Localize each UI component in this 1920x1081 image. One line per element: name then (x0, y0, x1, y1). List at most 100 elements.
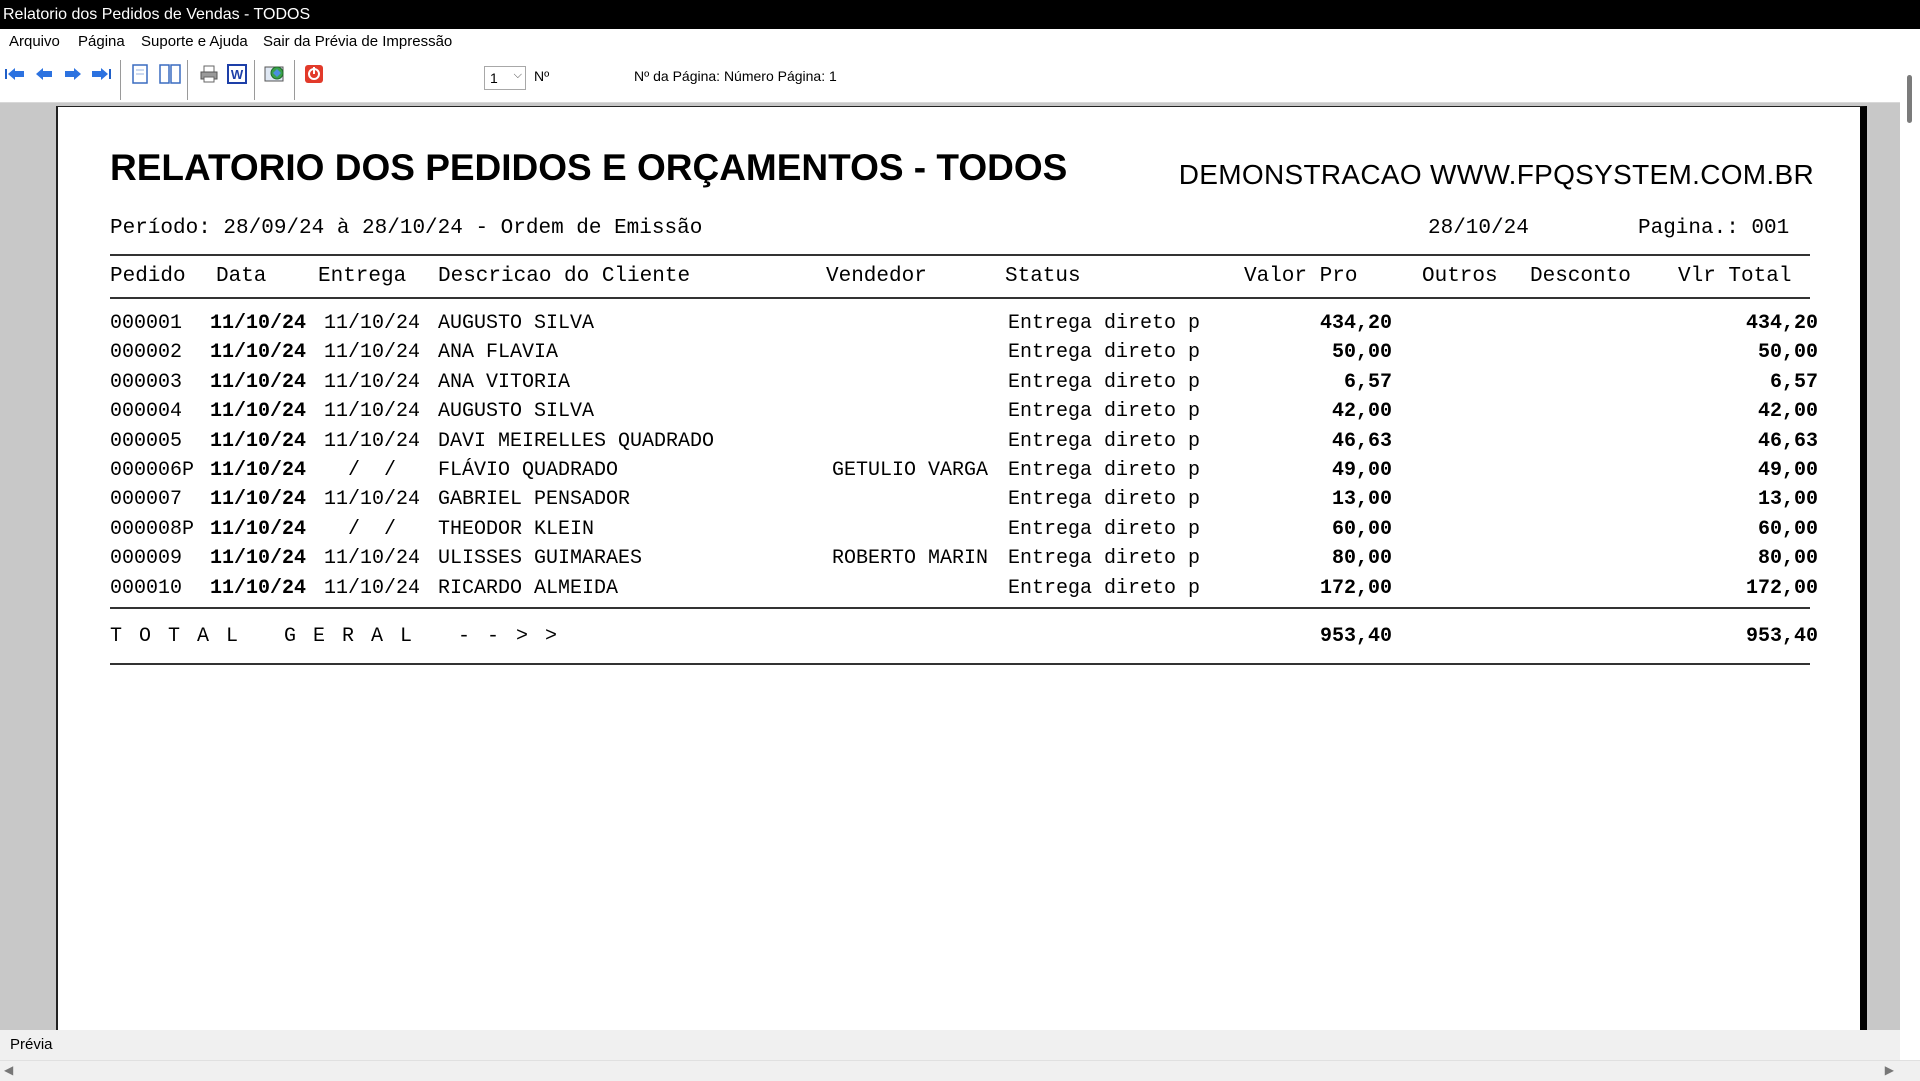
menu-pagina[interactable]: Página (78, 29, 125, 54)
row-pedido: 000010 (110, 576, 183, 600)
page-number-label: Nº (534, 68, 550, 84)
row-pedido: 000001 (110, 312, 183, 335)
menu-bar: Arquivo Página Suporte e Ajuda Sair da P… (0, 29, 1920, 54)
menu-sair-previa[interactable]: Sair da Prévia de Impressão (263, 29, 452, 54)
report-title: RELATORIO DOS PEDIDOS E ORÇAMENTOS - TOD… (110, 147, 1068, 188)
row-data: 11/10/24 (210, 517, 307, 541)
header-total: Vlr Total (1678, 265, 1792, 288)
row-cliente: DAVI MEIRELLES QUADRADO (438, 429, 715, 453)
row-data: 11/10/24 (210, 312, 307, 335)
print-icon[interactable] (197, 62, 221, 86)
row-status: Entrega direto p (1008, 547, 1201, 571)
row-data: 11/10/24 (210, 370, 307, 394)
row-cliente: GABRIEL PENSADOR (438, 488, 631, 512)
scroll-left-icon[interactable]: ◀ (4, 1063, 13, 1077)
chevron-down-icon: ⌵ (513, 69, 522, 81)
row-cliente: ANA FLAVIA (438, 341, 559, 365)
horizontal-scrollbar[interactable]: ◀ ▶ (0, 1060, 1920, 1081)
toolbar: W 1 ⌵ Nº Nº da Página: Número Página: 1 (0, 54, 1900, 103)
row-pedido: 000008P (110, 517, 195, 541)
row-status: Entrega direto p (1008, 312, 1201, 335)
row-data: 11/10/24 (210, 547, 307, 571)
header-outros: Outros (1422, 265, 1498, 288)
row-status: Entrega direto p (1008, 576, 1201, 600)
divider (110, 254, 1810, 256)
scrollbar-thumb[interactable] (1907, 75, 1912, 123)
row-entrega: 11/10/24 (324, 341, 421, 365)
toolbar-separator (187, 60, 188, 100)
header-valor: Valor Pro (1244, 265, 1358, 288)
report-page-number: Pagina.: 001 (1638, 217, 1790, 240)
row-valor: 49,00 (1331, 459, 1392, 482)
row-entrega: 11/10/24 (324, 429, 421, 453)
row-valor: 50,00 (1331, 341, 1392, 365)
row-data: 11/10/24 (210, 488, 307, 512)
row-entrega: 11/10/24 (324, 488, 421, 512)
title-bar: Relatorio dos Pedidos de Vendas - TODOS (0, 0, 1920, 29)
row-status: Entrega direto p (1008, 488, 1201, 512)
header-desconto: Desconto (1530, 265, 1631, 288)
row-total: 80,00 (1757, 547, 1818, 571)
page-number-select[interactable]: 1 ⌵ (484, 66, 526, 90)
first-page-icon[interactable] (3, 62, 27, 86)
row-valor: 80,00 (1331, 547, 1392, 571)
close-preview-icon[interactable] (302, 62, 326, 86)
divider (110, 607, 1810, 609)
row-cliente: AUGUSTO SILVA (438, 312, 595, 335)
row-status: Entrega direto p (1008, 370, 1201, 394)
row-status: Entrega direto p (1008, 517, 1201, 541)
row-entrega: / / (324, 517, 397, 541)
row-pedido: 000003 (110, 370, 183, 394)
toolbar-separator (294, 60, 295, 100)
row-cliente: RICARDO ALMEIDA (438, 576, 619, 600)
row-cliente: AUGUSTO SILVA (438, 400, 595, 424)
window-title: Relatorio dos Pedidos de Vendas - TODOS (3, 6, 311, 23)
row-valor: 172,00 (1319, 576, 1392, 600)
header-vendedor: Vendedor (826, 265, 927, 288)
report-demo-banner: DEMONSTRACAO WWW.FPQSYSTEM.COM.BR (1178, 159, 1814, 190)
row-data: 11/10/24 (210, 429, 307, 453)
status-bar: Prévia (0, 1030, 1900, 1060)
next-page-icon[interactable] (61, 62, 85, 86)
row-total: 6,57 (1769, 370, 1818, 394)
last-page-icon[interactable] (90, 62, 114, 86)
total-geral-label: TOTAL GERAL -->> (110, 625, 575, 648)
divider (110, 663, 1810, 665)
row-cliente: ULISSES GUIMARAES (438, 547, 643, 571)
header-status: Status (1005, 265, 1081, 288)
report-page: RELATORIO DOS PEDIDOS E ORÇAMENTOS - TOD… (56, 106, 1867, 1031)
toolbar-separator (120, 60, 121, 100)
row-total: 172,00 (1745, 576, 1818, 600)
report-period: Período: 28/09/24 à 28/10/24 - Ordem de … (110, 217, 703, 240)
row-valor: 42,00 (1331, 400, 1392, 424)
menu-suporte-ajuda[interactable]: Suporte e Ajuda (141, 29, 248, 54)
header-data: Data (216, 265, 267, 288)
row-total: 42,00 (1757, 400, 1818, 424)
row-vendedor: GETULIO VARGA (832, 459, 989, 482)
word-export-icon[interactable]: W (225, 62, 249, 86)
single-page-icon[interactable] (128, 62, 152, 86)
row-entrega: 11/10/24 (324, 312, 421, 335)
row-pedido: 000007 (110, 488, 183, 512)
web-export-icon[interactable] (263, 62, 287, 86)
toolbar-separator (254, 60, 255, 100)
row-status: Entrega direto p (1008, 400, 1201, 424)
scroll-right-icon[interactable]: ▶ (1885, 1063, 1894, 1077)
row-data: 11/10/24 (210, 459, 307, 482)
row-valor: 434,20 (1319, 312, 1392, 335)
prev-page-icon[interactable] (32, 62, 56, 86)
row-entrega: 11/10/24 (324, 370, 421, 394)
menu-arquivo[interactable]: Arquivo (9, 29, 60, 54)
row-cliente: THEODOR KLEIN (438, 517, 595, 541)
page-number-value: 1 (490, 70, 498, 86)
two-pages-icon[interactable] (158, 62, 182, 86)
row-entrega: 11/10/24 (324, 547, 421, 571)
vertical-scrollbar[interactable] (1900, 54, 1920, 1064)
row-status: Entrega direto p (1008, 459, 1201, 482)
row-total: 46,63 (1757, 429, 1818, 453)
status-text: Prévia (10, 1036, 53, 1053)
header-pedido: Pedido (110, 265, 186, 288)
row-valor: 60,00 (1331, 517, 1392, 541)
row-vendedor: ROBERTO MARIN (832, 547, 989, 571)
row-total: 434,20 (1745, 312, 1818, 335)
